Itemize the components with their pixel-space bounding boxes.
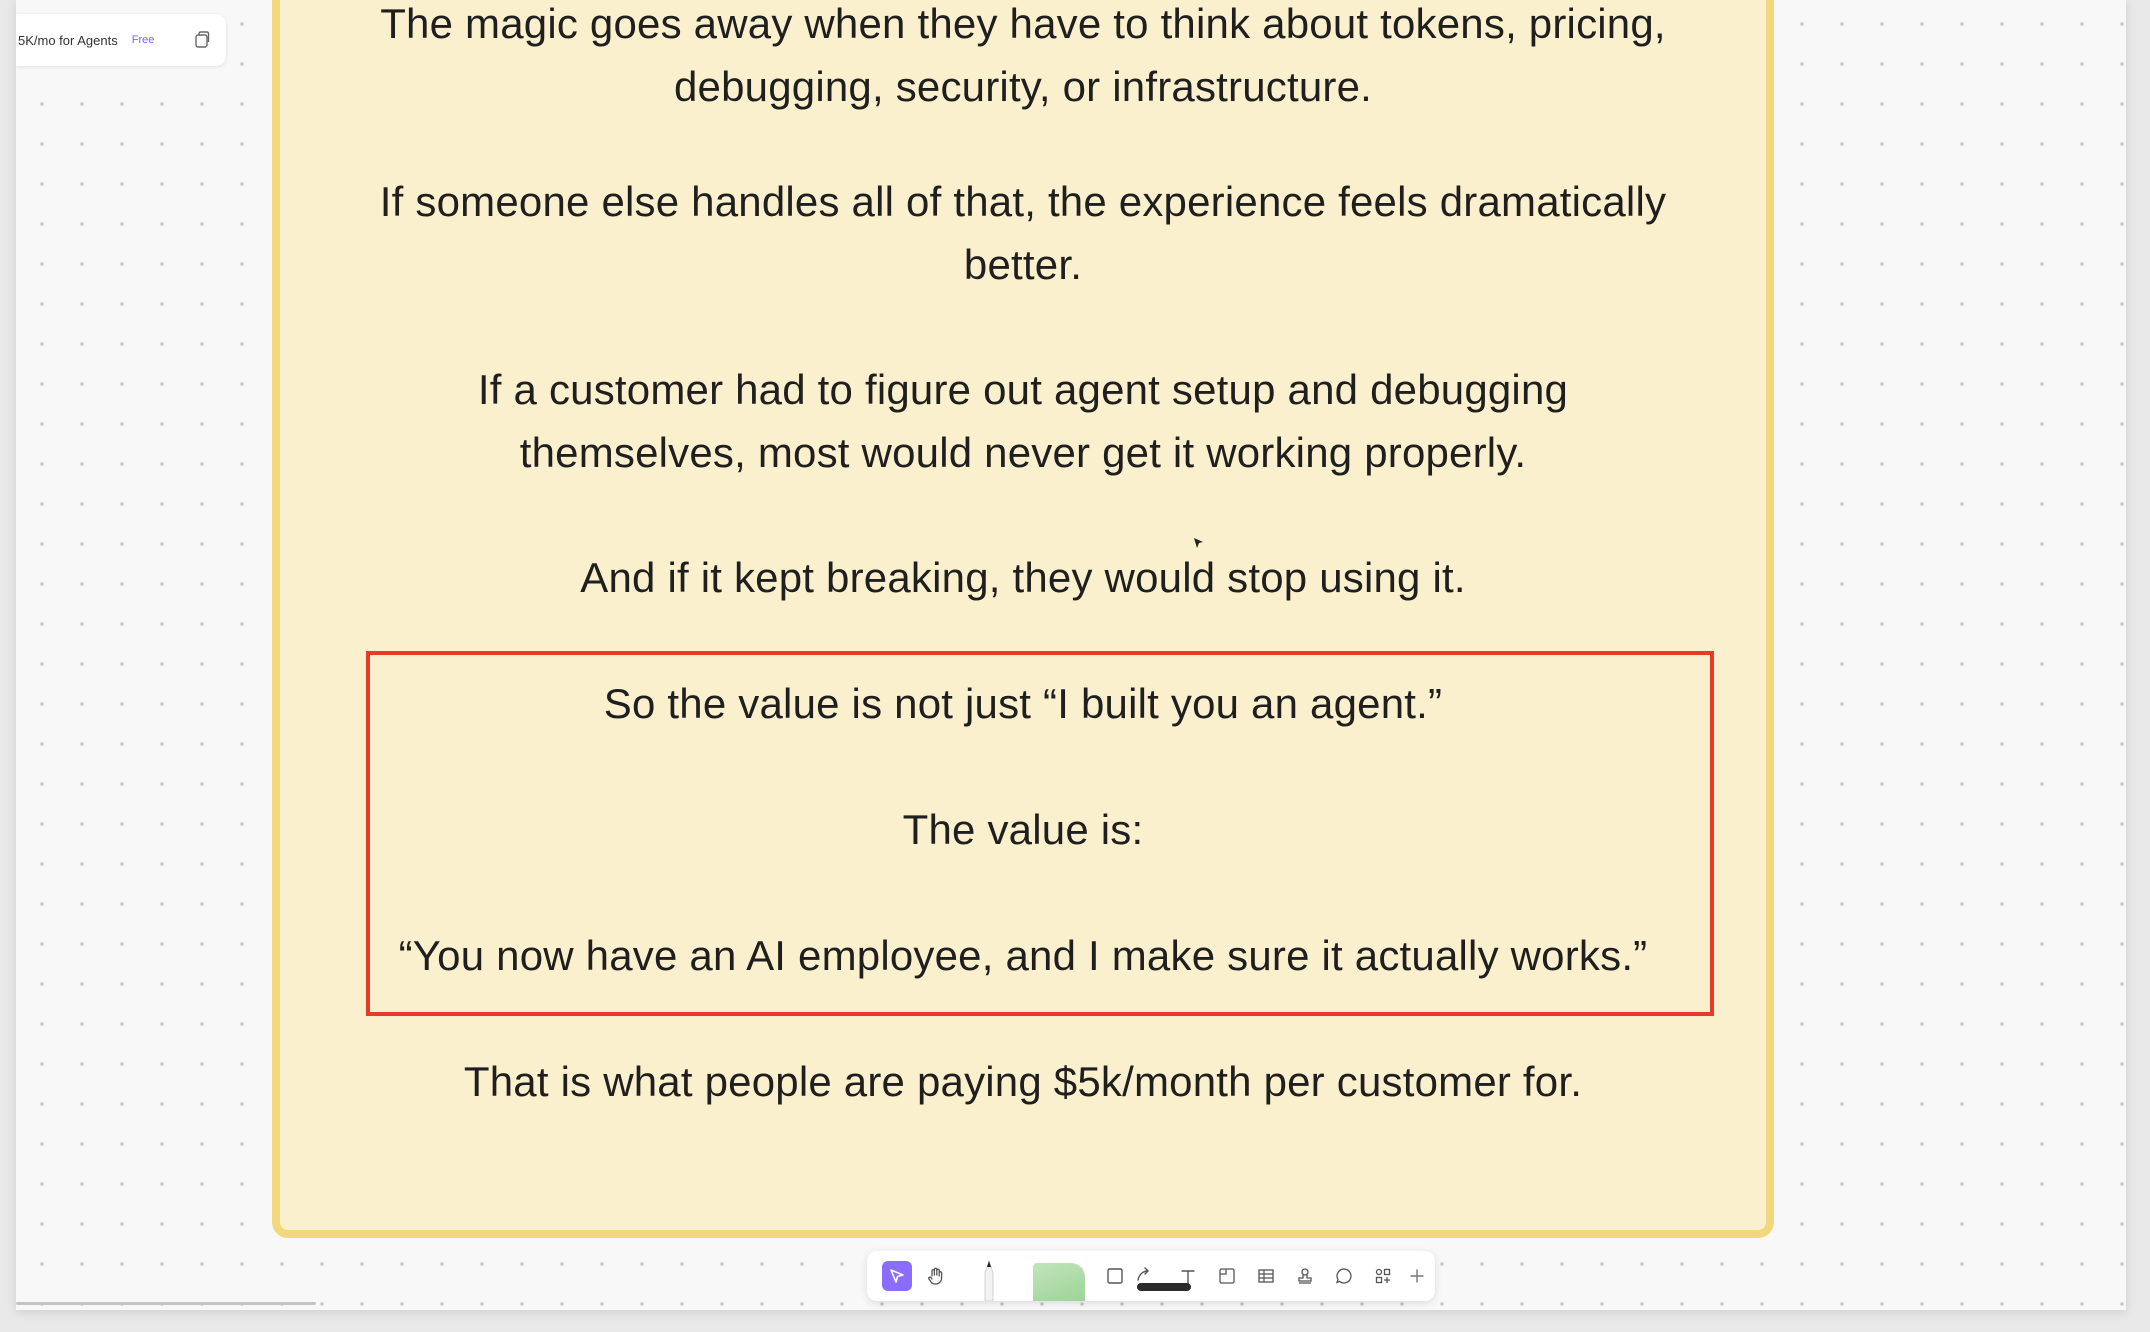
plan-badge[interactable]: Free bbox=[132, 34, 155, 46]
comment-icon[interactable] bbox=[1329, 1261, 1359, 1291]
mouse-cursor-icon bbox=[1194, 538, 1203, 548]
widgets-icon[interactable] bbox=[1368, 1261, 1398, 1291]
canvas[interactable]: 5K/mo for Agents Free The magic goes awa… bbox=[16, 0, 2126, 1310]
file-header: 5K/mo for Agents Free bbox=[16, 14, 226, 66]
marker-pen-icon[interactable] bbox=[976, 1259, 1002, 1301]
text-tool-icon[interactable] bbox=[1173, 1261, 1203, 1291]
table-icon[interactable] bbox=[1251, 1261, 1281, 1291]
paragraph-customer: If a customer had to figure out agent se… bbox=[477, 366, 1569, 476]
sticky-note[interactable]: The magic goes away when they have to th… bbox=[272, 0, 1774, 1238]
red-highlight-box[interactable] bbox=[366, 651, 1714, 1016]
stamp-icon[interactable] bbox=[1290, 1261, 1320, 1291]
file-title[interactable]: 5K/mo for Agents bbox=[18, 33, 118, 48]
copy-icon[interactable] bbox=[192, 30, 212, 50]
paragraph-handles: If someone else handles all of that, the… bbox=[379, 178, 1667, 288]
select-tool-icon[interactable] bbox=[882, 1261, 912, 1291]
sticky-note-icon[interactable] bbox=[1033, 1263, 1085, 1301]
shape-square-icon[interactable] bbox=[1100, 1261, 1130, 1291]
section-icon[interactable] bbox=[1212, 1261, 1242, 1291]
closing-line: That is what people are paying $5k/month… bbox=[463, 1058, 1583, 1105]
hand-tool-icon[interactable] bbox=[921, 1261, 951, 1291]
plus-icon[interactable] bbox=[1405, 1261, 1429, 1291]
horizontal-scrollbar[interactable] bbox=[16, 1302, 316, 1305]
paragraph-breaking: And if it kept breaking, they would stop… bbox=[580, 554, 1466, 601]
paragraph-magic: The magic goes away when they have to th… bbox=[380, 0, 1666, 110]
bottom-toolbar bbox=[867, 1251, 1435, 1301]
